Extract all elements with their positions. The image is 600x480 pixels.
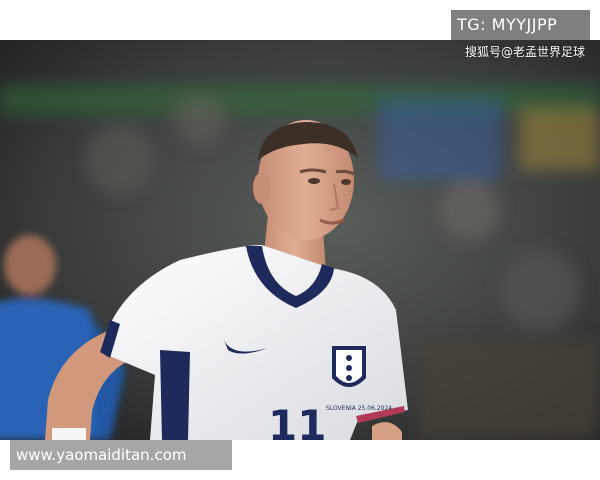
match-detail-text: SLOVENIA 25.06.2024 <box>326 405 392 412</box>
tg-label: TG: MYYJJPP <box>451 10 590 40</box>
source-watermark: 搜狐号@老孟世界足球 <box>465 45 586 59</box>
url-caption: www.yaomaiditan.com <box>10 440 232 470</box>
player-photo-illustration: 11 SLOVENIA 25.06.2024 <box>0 40 600 440</box>
player-photo: 11 SLOVENIA 25.06.2024 <box>0 40 600 440</box>
shirt-number: 11 <box>268 401 326 440</box>
